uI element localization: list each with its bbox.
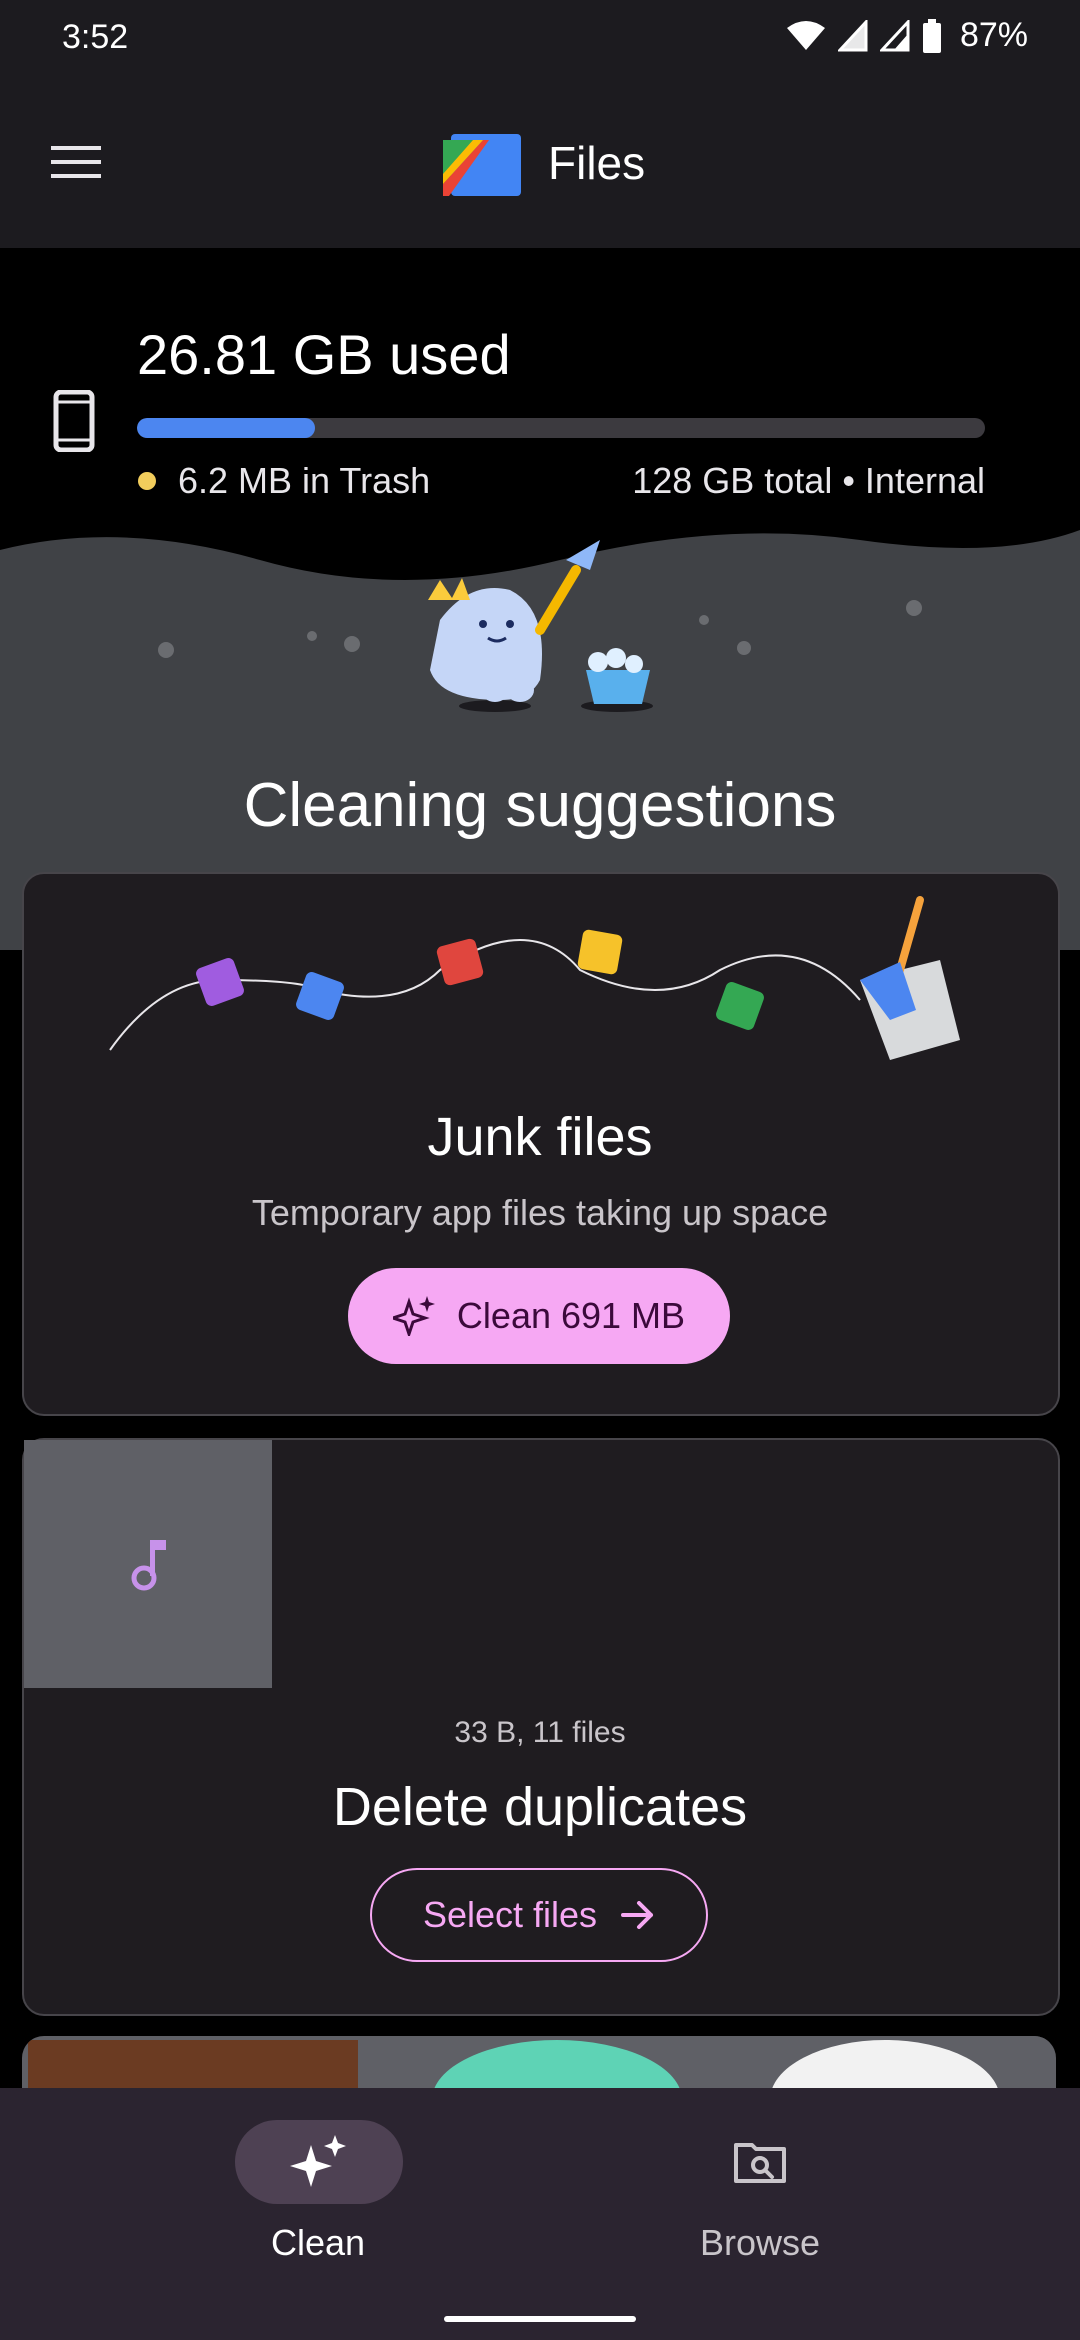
duplicate-file-thumbnail[interactable] <box>24 1440 272 1688</box>
music-note-icon <box>131 1540 166 1591</box>
status-icons: 87% <box>786 16 1028 55</box>
storage-total-text: 128 GB total • Internal <box>632 460 985 501</box>
junk-files-title: Junk files <box>427 1107 653 1167</box>
storage-used-label: 26.81 GB used <box>137 323 511 386</box>
menu-button[interactable] <box>40 126 112 198</box>
bottom-navigation <box>0 2088 1080 2340</box>
junk-files-subtitle: Temporary app files taking up space <box>251 1192 829 1233</box>
clean-junk-button-label: Clean 691 MB <box>456 1295 686 1336</box>
trash-size-text: 6.2 MB in Trash <box>178 460 431 501</box>
top-app-bar <box>0 80 1080 248</box>
battery-icon <box>922 18 941 53</box>
section-title: Cleaning suggestions <box>243 771 837 840</box>
junk-files-illustration <box>109 896 960 1060</box>
browse-search-icon <box>734 2143 786 2183</box>
phone-storage-icon <box>53 390 95 452</box>
arrow-right-icon <box>621 1901 654 1929</box>
image-thumbnail-teal <box>402 2036 712 2096</box>
storage-progress-fill <box>137 418 316 438</box>
storage-progress-bar <box>137 418 985 438</box>
sparkle-icon <box>392 1296 435 1336</box>
image-thumbnail-white <box>720 2036 1050 2096</box>
next-suggestion-card-peek[interactable] <box>22 2036 1056 2096</box>
cell-signal-icon-2 <box>879 19 910 51</box>
clean-junk-button[interactable]: Clean 691 MB <box>348 1268 730 1364</box>
select-files-button-label: Select files <box>422 1894 598 1935</box>
nav-browse-tab[interactable] <box>718 2130 802 2194</box>
status-time: 3:52 <box>62 18 129 56</box>
gesture-navigation-bar[interactable] <box>444 2316 636 2322</box>
battery-percent: 87% <box>959 16 1028 54</box>
files-logo-icon <box>443 134 521 196</box>
trash-indicator-dot <box>138 472 156 490</box>
sparkle-icon <box>290 2135 346 2187</box>
duplicates-title: Delete duplicates <box>332 1777 748 1837</box>
cell-signal-icon <box>837 19 868 51</box>
nav-clean-label[interactable]: Clean <box>218 2222 418 2264</box>
select-files-button[interactable]: Select files <box>370 1868 708 1962</box>
wifi-icon <box>786 20 825 50</box>
app-title: Files <box>548 137 646 189</box>
nav-browse-label[interactable]: Browse <box>660 2222 860 2264</box>
hamburger-menu-icon <box>51 146 101 178</box>
nav-clean-tab[interactable] <box>235 2120 403 2204</box>
duplicates-meta: 33 B, 11 files <box>454 1716 626 1749</box>
